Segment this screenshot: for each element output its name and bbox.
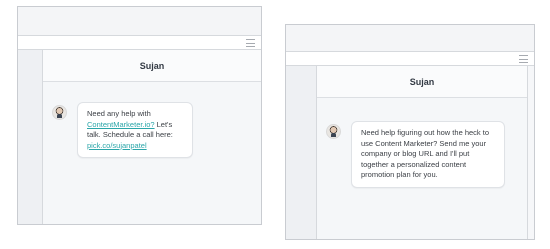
address-bar[interactable] bbox=[18, 35, 261, 50]
sidebar bbox=[18, 50, 43, 224]
contact-name: Sujan bbox=[139, 60, 165, 71]
contentmarketer-link[interactable]: ContentMarketer.io? bbox=[87, 120, 155, 129]
window-top-bar bbox=[286, 25, 534, 51]
window-top-bar bbox=[18, 7, 261, 35]
chat-window-right: Sujan Need help figuring out how the hec… bbox=[285, 24, 535, 240]
message-bubble: Need help figuring out how the heck to u… bbox=[351, 121, 505, 188]
chat-panel: Sujan Need any help with ContentMarketer… bbox=[43, 50, 261, 224]
avatar bbox=[326, 124, 341, 139]
chat-message: Need any help with ContentMarketer.io? L… bbox=[52, 102, 193, 158]
avatar bbox=[52, 105, 67, 120]
chat-header: Sujan bbox=[317, 66, 527, 98]
contact-name: Sujan bbox=[409, 76, 435, 87]
chat-panel: Sujan Need help figuring out how the hec… bbox=[317, 66, 528, 239]
chat-message: Need help figuring out how the heck to u… bbox=[326, 121, 505, 188]
message-text: Need help figuring out how the heck to u… bbox=[361, 128, 490, 179]
menu-icon[interactable] bbox=[246, 39, 255, 47]
schedule-call-link[interactable]: pick.co/sujanpatel bbox=[87, 141, 147, 150]
address-bar[interactable] bbox=[286, 51, 534, 66]
menu-icon[interactable] bbox=[519, 55, 528, 63]
chat-window-left: Sujan Need any help with ContentMarketer… bbox=[17, 6, 262, 225]
chat-header: Sujan bbox=[43, 50, 261, 82]
message-text: Need any help with bbox=[87, 109, 151, 118]
message-bubble: Need any help with ContentMarketer.io? L… bbox=[77, 102, 193, 158]
sidebar bbox=[286, 66, 317, 239]
